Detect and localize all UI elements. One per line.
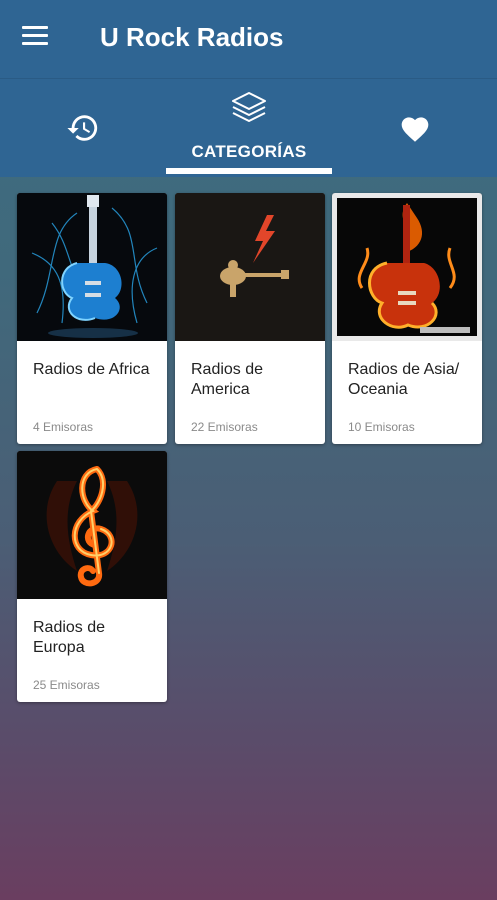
tab-bar: CATEGORÍAS xyxy=(0,78,497,177)
selected-tab-indicator xyxy=(166,168,332,174)
category-count: 25 Emisoras xyxy=(33,678,100,692)
category-image-fire-treble-clef xyxy=(17,451,167,599)
app-title: U Rock Radios xyxy=(100,22,284,52)
category-title: Radios de Asia/ Oceania xyxy=(348,361,460,398)
tab-categories[interactable]: CATEGORÍAS xyxy=(166,79,332,177)
menu-icon[interactable] xyxy=(22,26,52,50)
tab-history[interactable] xyxy=(0,79,166,177)
tab-categories-label: CATEGORÍAS xyxy=(191,142,307,161)
category-image-dark-guitarist xyxy=(175,193,325,341)
category-title: Radios de America xyxy=(191,361,264,398)
app-bar: U Rock Radios xyxy=(0,0,497,78)
category-count: 4 Emisoras xyxy=(33,420,94,434)
category-title: Radios de Africa xyxy=(33,361,150,378)
category-card-europa[interactable]: Radios de Europa 25 Emisoras xyxy=(17,451,167,702)
category-card-america[interactable]: Radios de America 22 Emisoras xyxy=(175,193,325,444)
category-card-asia-oceania[interactable]: Radios de Asia/ Oceania 10 Emisoras xyxy=(332,193,482,444)
category-image-blue-guitar xyxy=(17,193,167,341)
category-card-africa[interactable]: Radios de Africa 4 Emisoras xyxy=(17,193,167,444)
layers-icon xyxy=(232,92,266,122)
category-image-fire-guitar xyxy=(332,193,482,341)
category-title: Radios de Europa xyxy=(33,619,106,656)
history-icon xyxy=(67,115,98,141)
tab-favorites[interactable] xyxy=(332,79,497,177)
heart-icon xyxy=(401,117,429,142)
category-count: 22 Emisoras xyxy=(191,420,258,434)
category-count: 10 Emisoras xyxy=(348,420,415,434)
